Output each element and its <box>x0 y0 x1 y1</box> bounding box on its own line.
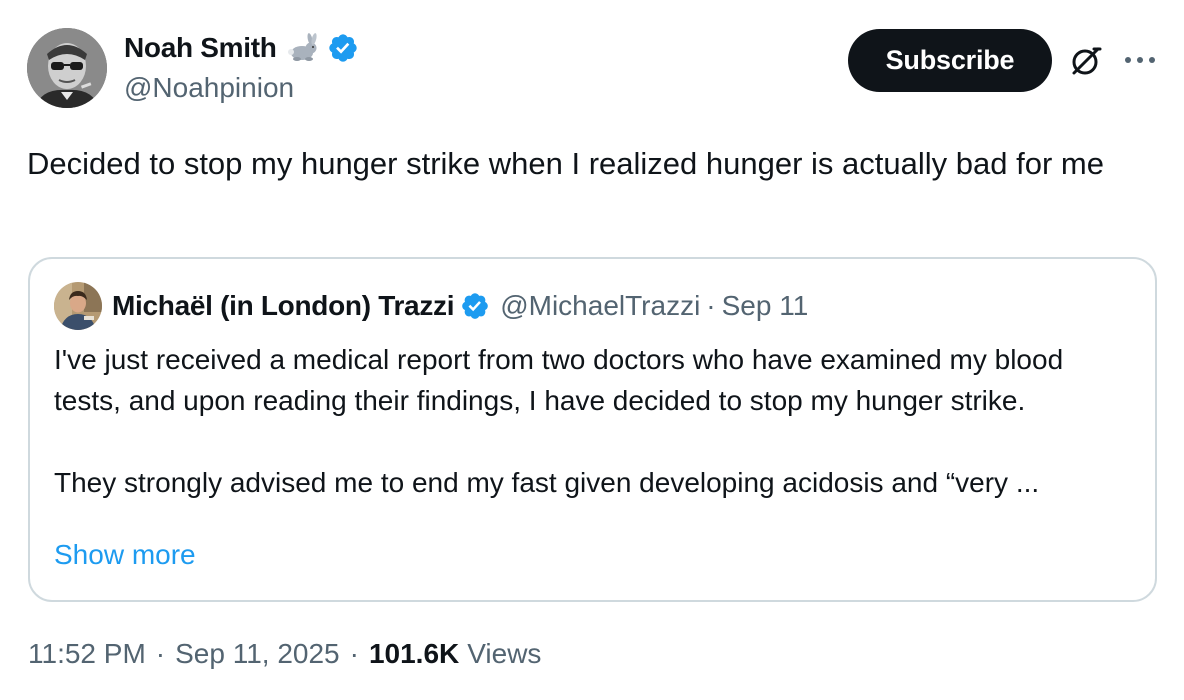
meta-separator: · <box>349 638 359 669</box>
quoted-paragraph-1: I've just received a medical report from… <box>54 344 1064 416</box>
avatar-photo <box>27 28 107 108</box>
verified-badge-icon[interactable] <box>327 32 359 64</box>
author-avatar[interactable] <box>27 28 107 108</box>
grok-icon[interactable] <box>1069 44 1103 78</box>
quoted-tweet[interactable]: Michaël (in London) Trazzi @MichaelTrazz… <box>28 257 1157 602</box>
quoted-author-avatar[interactable] <box>54 282 102 330</box>
author-name-row: Noah Smith <box>124 30 359 66</box>
tweet-meta: 11:52 PM · Sep 11, 2025 · 101.6K Views <box>28 638 541 670</box>
rabbit-icon <box>287 33 317 61</box>
subscribe-button[interactable]: Subscribe <box>848 29 1052 92</box>
author-display-name[interactable]: Noah Smith <box>124 32 277 64</box>
quoted-paragraph-2: They strongly advised me to end my fast … <box>54 467 1040 498</box>
quoted-separator: · <box>706 290 716 321</box>
quoted-author-handle[interactable]: @MichaelTrazzi <box>500 290 700 322</box>
quoted-tweet-header: Michaël (in London) Trazzi @MichaelTrazz… <box>54 282 808 330</box>
quoted-tweet-date[interactable]: Sep 11 <box>722 290 809 322</box>
verified-badge-icon[interactable] <box>460 291 490 321</box>
author-handle[interactable]: @Noahpinion <box>124 72 359 104</box>
tweet-time[interactable]: 11:52 PM <box>28 638 146 670</box>
more-icon[interactable] <box>1122 50 1158 70</box>
quoted-tweet-text: I've just received a medical report from… <box>54 339 1134 503</box>
quoted-avatar-photo <box>54 282 102 330</box>
quoted-author-name[interactable]: Michaël (in London) Trazzi <box>112 290 455 322</box>
tweet-text: Decided to stop my hunger strike when I … <box>27 146 1104 181</box>
views-label: Views <box>467 638 542 669</box>
meta-separator: · <box>155 638 166 669</box>
tweet-date[interactable]: Sep 11, 2025 <box>175 638 340 670</box>
show-more-link[interactable]: Show more <box>54 539 196 571</box>
author-info: Noah Smith @Noahpinion <box>124 30 359 104</box>
tweet-card: Noah Smith @Noahpinion Subscribe Decided… <box>0 0 1184 700</box>
views-count: 101.6K <box>368 638 460 669</box>
